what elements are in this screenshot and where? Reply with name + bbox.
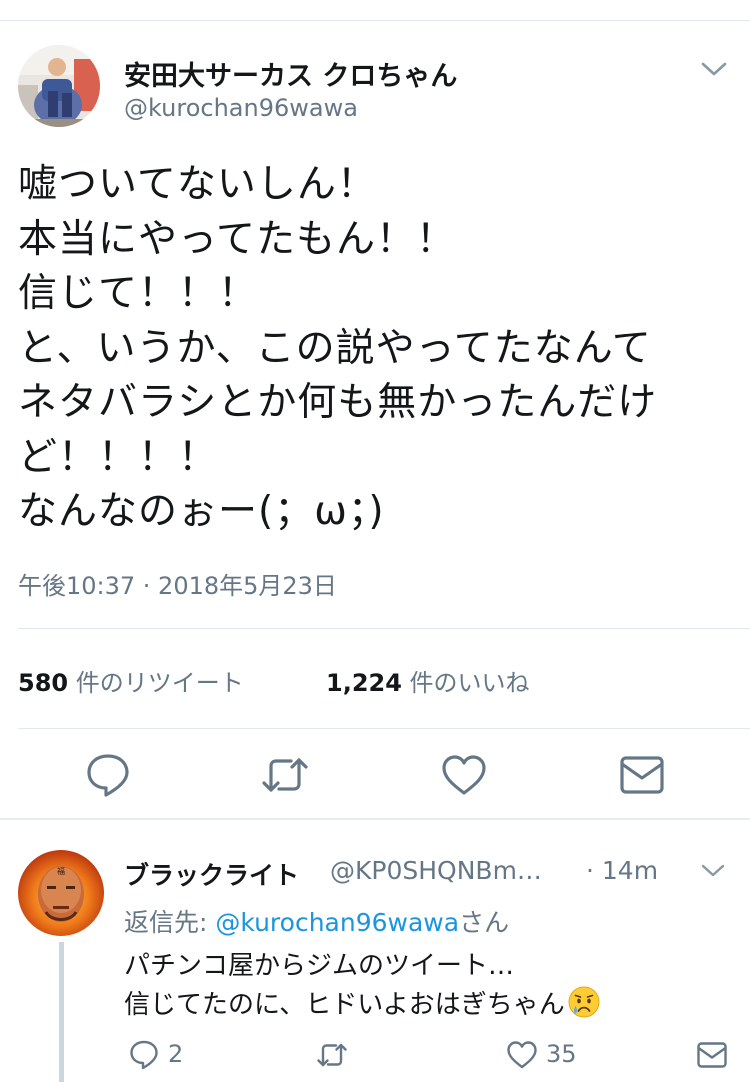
reply-to-label: 返信先: [124, 908, 216, 937]
tweet-text-line: と、いうか、この説やってたなんて [18, 325, 652, 371]
like-icon[interactable] [440, 752, 488, 798]
message-icon[interactable] [618, 752, 666, 798]
chevron-down-icon[interactable] [700, 862, 726, 879]
tweet-timestamp[interactable]: 午後10:37 · 2018年5月23日 [18, 566, 337, 601]
tweet-text-line-with-emoji: 信じてたのに、ヒドいよおはぎちゃん [124, 985, 601, 1024]
retweet-count-link[interactable]: 580 件のリツイート [18, 663, 244, 698]
reply-button[interactable]: 2 [128, 1039, 183, 1071]
tweet-text-line: 本当にやってたもん！！ [18, 216, 457, 262]
main-tweet: 安田大サーカス クロちゃん @kurochan96wawa 嘘ついてないしん！ … [0, 0, 750, 818]
divider [18, 728, 750, 729]
chevron-down-icon[interactable] [700, 60, 728, 78]
like-count-link[interactable]: 1,224 件のいいね [326, 663, 530, 698]
svg-text:福: 福 [57, 867, 65, 876]
like-count: 1,224 [326, 669, 402, 697]
tweet-text-line: なんなのぉー(；ω；) [18, 489, 385, 534]
reply-to-mention[interactable]: @kurochan96wawa [215, 908, 459, 937]
tweet-text-line: ど！！！！ [18, 434, 219, 480]
divider [18, 628, 750, 629]
handle[interactable]: @kurochan96wawa [124, 94, 358, 122]
retweet-count-label: 件のリツイート [68, 669, 244, 697]
avatar[interactable]: 福 [18, 850, 104, 936]
tweet-text-line: 信じてたのに、ヒドいよおはぎちゃん [124, 990, 565, 1020]
retweet-button[interactable] [316, 1039, 348, 1071]
like-button[interactable]: 35 [506, 1039, 577, 1071]
crying-face-icon [567, 985, 601, 1019]
reply-to-suffix: さん [459, 908, 510, 937]
like-count: 35 [546, 1040, 577, 1068]
reply-icon[interactable] [84, 752, 132, 798]
reply-icon [130, 1040, 158, 1070]
reply-context: 返信先: @kurochan96wawaさん [124, 903, 509, 939]
tweet-text-line: ネタバラシとか何も無かったんだけ [18, 380, 658, 425]
tweet-text: 嘘ついてないしん！ 本当にやってたもん！！ 信じて！！！ と、いうか、この説やっ… [18, 158, 733, 540]
message-button[interactable] [696, 1039, 728, 1071]
tweet-text-line: 信じて！！！ [18, 271, 259, 316]
tweet-text: パチンコ屋からジムのツイート… 信じてたのに、ヒドいよおはぎちゃん [124, 947, 601, 1024]
tweet-text-line: 嘘ついてないしん！ [18, 162, 377, 207]
display-name[interactable]: 安田大サーカス クロちゃん [124, 54, 457, 93]
retweet-icon [317, 1043, 347, 1067]
handle[interactable]: @KP0SHQNBm… [330, 856, 542, 885]
display-name[interactable]: ブラックライト [124, 856, 299, 892]
avatar[interactable] [18, 45, 100, 127]
message-icon [697, 1042, 727, 1068]
tweet-text-line: パチンコ屋からジムのツイート… [124, 951, 515, 981]
like-icon [507, 1041, 537, 1069]
tweet-separator [0, 818, 750, 820]
retweet-icon[interactable] [261, 752, 309, 798]
tweet-timestamp[interactable]: · 14m [586, 856, 658, 885]
reply-count: 2 [168, 1040, 184, 1068]
like-count-label: 件のいいね [401, 669, 530, 697]
retweet-count: 580 [18, 669, 69, 697]
thread-line [59, 942, 64, 1082]
